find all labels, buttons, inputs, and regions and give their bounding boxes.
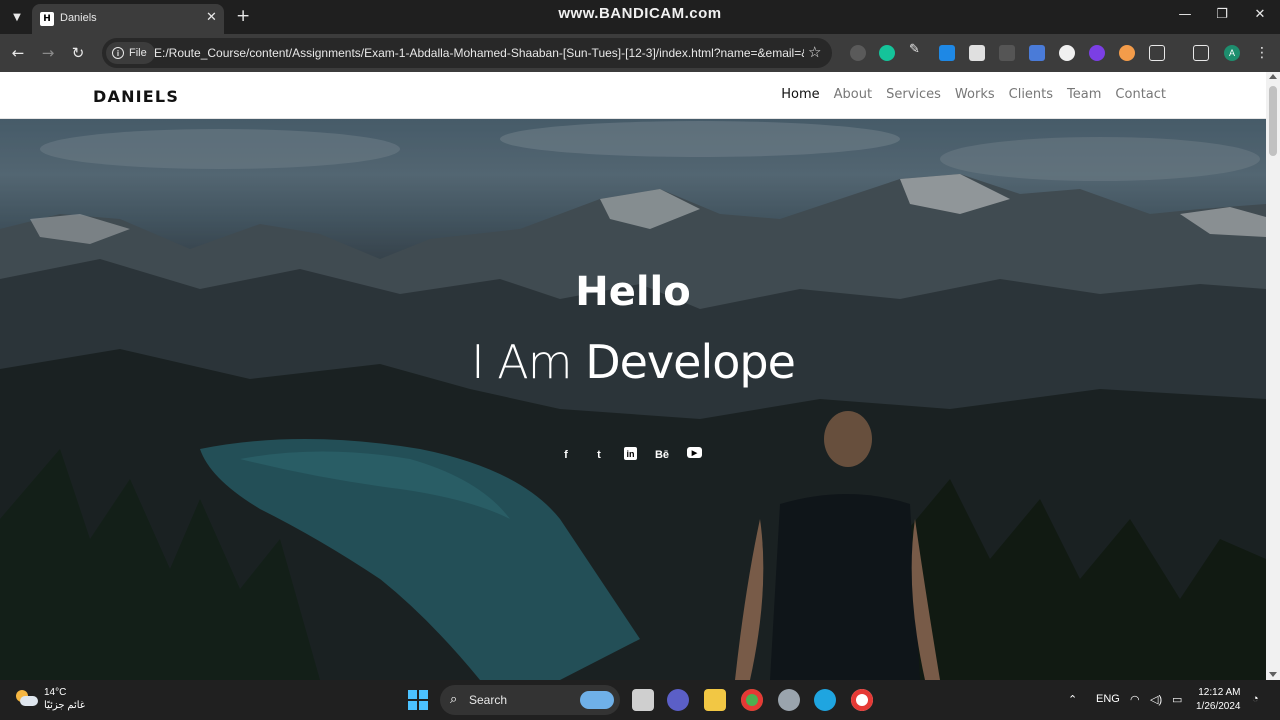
- nav-link-team[interactable]: Team: [1067, 87, 1101, 102]
- teams-chat-icon[interactable]: [667, 689, 689, 711]
- hero-subtitle: I Am Develope: [0, 335, 1266, 389]
- weather-widget[interactable]: 14°C غائم جزئيًا: [14, 686, 85, 712]
- nav-link-services[interactable]: Services: [886, 87, 941, 102]
- side-panel-icon[interactable]: [1193, 45, 1209, 61]
- battery-icon[interactable]: ▭: [1172, 693, 1182, 706]
- hero-typed-text: Develope: [585, 335, 796, 389]
- bandicam-watermark: www.BANDICAM.com: [558, 5, 722, 22]
- tray-chevron-up-icon[interactable]: ⌃: [1068, 693, 1077, 706]
- site-brand-logo[interactable]: DANIELS: [93, 87, 179, 106]
- docs-extension-icon[interactable]: [1029, 45, 1045, 61]
- taskbar-clock[interactable]: 12:12 AM 1/26/2024: [1196, 686, 1241, 714]
- window-close-icon[interactable]: ✕: [1250, 7, 1270, 22]
- notification-bell-icon[interactable]: ◔: [1252, 693, 1259, 705]
- site-info-label: File: [129, 47, 147, 59]
- youtube-icon[interactable]: ▶: [687, 447, 702, 458]
- minimize-icon[interactable]: —: [1175, 7, 1195, 22]
- twitter-icon[interactable]: t: [591, 447, 607, 463]
- nav-link-contact[interactable]: Contact: [1115, 87, 1166, 102]
- url-text[interactable]: E:/Route_Course/content/Assignments/Exam…: [154, 46, 804, 60]
- hero-dark-overlay: [0, 119, 1266, 680]
- edge-icon[interactable]: [814, 689, 836, 711]
- facebook-icon[interactable]: f: [558, 447, 574, 463]
- social-links: f t in Bē ▶: [558, 447, 702, 463]
- search-highlight-icon: [580, 691, 614, 709]
- settings-gear-icon[interactable]: [778, 689, 800, 711]
- nav-link-home[interactable]: Home: [781, 87, 819, 102]
- nav-link-about[interactable]: About: [834, 87, 872, 102]
- nav-link-clients[interactable]: Clients: [1009, 87, 1053, 102]
- task-view-icon[interactable]: [632, 689, 654, 711]
- search-icon: ⌕: [450, 692, 458, 707]
- taskbar-search-box[interactable]: ⌕ Search: [440, 685, 620, 715]
- extension-icon-1[interactable]: [850, 45, 866, 61]
- hero-section: Hello I Am Develope f t in Bē ▶: [0, 119, 1266, 680]
- nav-link-works[interactable]: Works: [955, 87, 995, 102]
- download-extension-icon[interactable]: [939, 45, 955, 61]
- reload-icon[interactable]: ↻: [68, 43, 88, 63]
- chrome-icon[interactable]: [741, 689, 763, 711]
- extensions-puzzle-icon[interactable]: [1149, 45, 1165, 61]
- forward-arrow-icon[interactable]: →: [38, 43, 58, 63]
- taskbar-search-label: Search: [469, 693, 508, 707]
- extension-icon-10[interactable]: [1119, 45, 1135, 61]
- extension-icon-9[interactable]: [1089, 45, 1105, 61]
- page-scrollbar[interactable]: [1266, 72, 1280, 680]
- clock-date: 1/26/2024: [1196, 701, 1241, 712]
- browser-tab-bar: ▼ H Daniels ✕ + www.BANDICAM.com — ❐ ✕: [0, 0, 1280, 34]
- grammarly-icon[interactable]: [879, 45, 895, 61]
- scroll-up-arrow-icon[interactable]: [1269, 74, 1277, 79]
- windows-taskbar: 14°C غائم جزئيًا ⌕ Search ⌃ ENG ◠ ◁) ▭ 1…: [0, 680, 1280, 720]
- language-indicator[interactable]: ENG: [1096, 693, 1120, 705]
- partly-cloudy-icon: [14, 690, 38, 708]
- web-page: DANIELS Home About Services Works Client…: [0, 72, 1266, 680]
- info-icon: i: [112, 47, 124, 59]
- hero-prefix: I Am: [471, 335, 572, 389]
- file-explorer-icon[interactable]: [704, 689, 726, 711]
- volume-icon[interactable]: ◁): [1150, 693, 1162, 706]
- address-bar[interactable]: i File E:/Route_Course/content/Assignmen…: [102, 38, 832, 68]
- site-nav-links: Home About Services Works Clients Team C…: [781, 87, 1166, 102]
- linkedin-icon[interactable]: in: [624, 447, 637, 460]
- browser-toolbar: ← → ↻ i File E:/Route_Course/content/Ass…: [0, 34, 1280, 72]
- extension-icon-6[interactable]: [999, 45, 1015, 61]
- scroll-down-arrow-icon[interactable]: [1269, 672, 1277, 677]
- profile-avatar[interactable]: A: [1224, 45, 1240, 61]
- maximize-icon[interactable]: ❐: [1212, 7, 1232, 22]
- weather-temperature: 14°C: [44, 687, 67, 698]
- behance-icon[interactable]: Bē: [654, 447, 670, 463]
- extension-icon-8[interactable]: [1059, 45, 1075, 61]
- hero-title: Hello: [575, 269, 691, 315]
- scrollbar-thumb[interactable]: [1269, 86, 1277, 156]
- browser-menu-kebab-icon[interactable]: ⋮: [1252, 43, 1272, 63]
- back-arrow-icon[interactable]: ←: [8, 43, 28, 63]
- weather-description: غائم جزئيًا: [44, 700, 86, 711]
- bookmark-star-icon[interactable]: ☆: [808, 43, 821, 61]
- bandicam-record-icon[interactable]: [851, 689, 873, 711]
- wifi-icon[interactable]: ◠: [1130, 693, 1140, 706]
- eyedropper-icon[interactable]: ✎: [909, 42, 925, 58]
- site-navbar: DANIELS Home About Services Works Client…: [0, 72, 1266, 119]
- notes-extension-icon[interactable]: [969, 45, 985, 61]
- windows-start-icon[interactable]: [408, 690, 428, 710]
- site-info-chip[interactable]: i File: [106, 42, 155, 64]
- clock-time: 12:12 AM: [1198, 687, 1241, 698]
